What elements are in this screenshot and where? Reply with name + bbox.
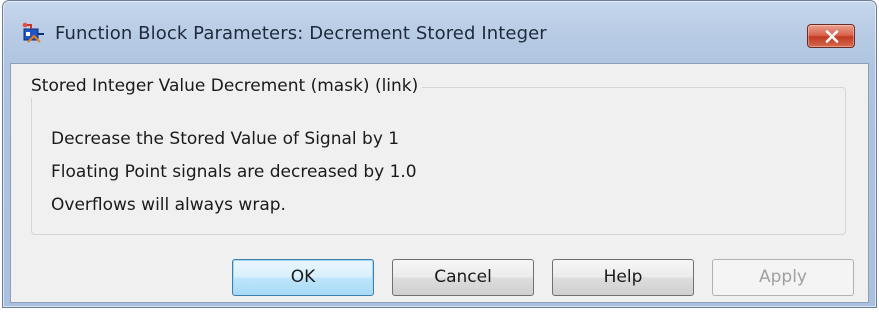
description-line: Decrease the Stored Value of Signal by 1 [51, 129, 400, 149]
title-bar[interactable]: Function Block Parameters: Decrement Sto… [3, 1, 876, 63]
close-button[interactable] [807, 24, 855, 48]
dialog-window: Function Block Parameters: Decrement Sto… [2, 0, 877, 308]
close-icon [825, 30, 839, 43]
window-title: Function Block Parameters: Decrement Sto… [55, 23, 547, 44]
cancel-button[interactable]: Cancel [392, 259, 534, 296]
description-line: Overflows will always wrap. [51, 195, 286, 215]
apply-button: Apply [712, 259, 854, 296]
simulink-block-icon [22, 22, 46, 46]
dialog-content: Stored Integer Value Decrement (mask) (l… [10, 63, 869, 303]
description-line: Floating Point signals are decreased by … [51, 162, 417, 182]
ok-button[interactable]: OK [232, 259, 374, 296]
group-legend: Stored Integer Value Decrement (mask) (l… [27, 74, 423, 98]
help-button[interactable]: Help [552, 259, 694, 296]
